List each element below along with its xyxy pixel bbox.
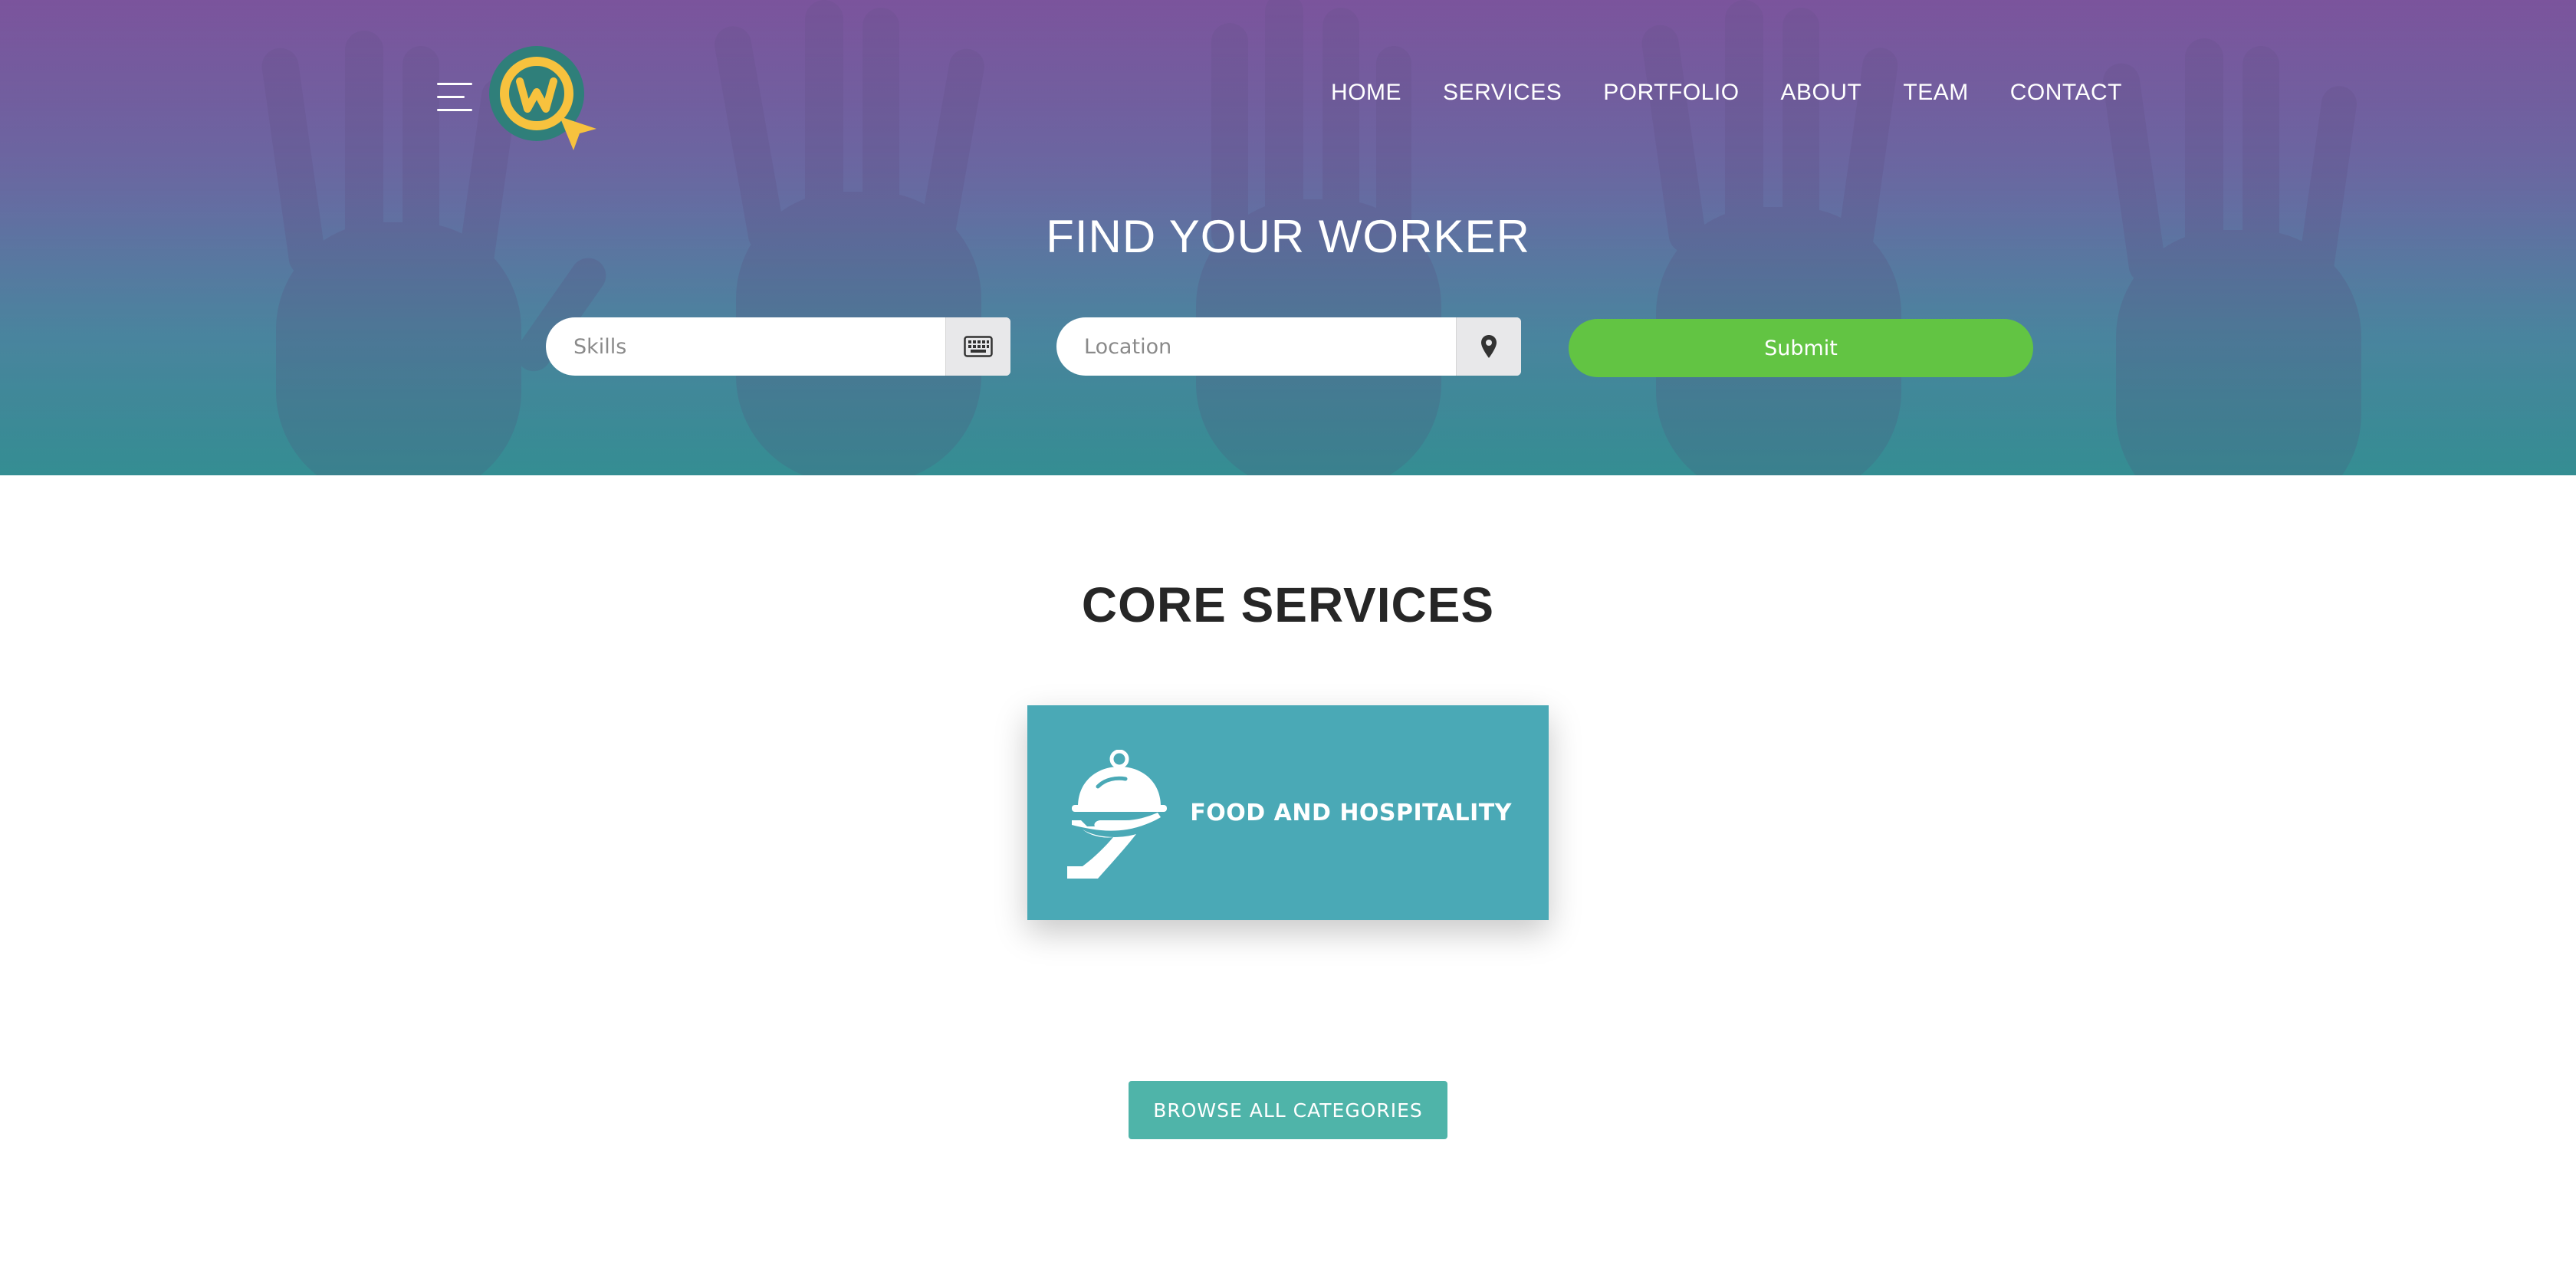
hamburger-menu-icon[interactable]: [437, 83, 472, 112]
nav-about[interactable]: ABOUT: [1781, 80, 1862, 106]
serving-cloche-icon: [1067, 750, 1167, 879]
nav-services[interactable]: SERVICES: [1443, 80, 1562, 106]
skills-field: [546, 317, 1010, 376]
skills-addon: [945, 317, 1010, 376]
nav-home[interactable]: HOME: [1331, 80, 1401, 106]
keyboard-icon: [964, 336, 993, 357]
hero-title: FIND YOUR WORKER: [1046, 211, 1530, 262]
location-field: [1056, 317, 1521, 376]
submit-button[interactable]: Submit: [1569, 319, 2033, 377]
map-pin-icon: [1481, 335, 1497, 358]
nav-team[interactable]: TEAM: [1903, 80, 1968, 106]
browse-all-categories-button[interactable]: BROWSE ALL CATEGORIES: [1129, 1081, 1447, 1139]
core-services-title: CORE SERVICES: [1081, 577, 1495, 632]
location-input[interactable]: [1056, 317, 1456, 376]
nav-portfolio[interactable]: PORTFOLIO: [1603, 80, 1739, 106]
service-card-label: FOOD AND HOSPITALITY: [1190, 799, 1512, 826]
hero-banner: HOME SERVICES PORTFOLIO ABOUT TEAM CONTA…: [0, 0, 2576, 475]
worker-search-logo-icon[interactable]: [485, 38, 600, 153]
location-addon: [1456, 317, 1521, 376]
nav-contact[interactable]: CONTACT: [2010, 80, 2122, 106]
service-card-food-and-hospitality[interactable]: FOOD AND HOSPITALITY: [1027, 705, 1549, 920]
main-navigation: HOME SERVICES PORTFOLIO ABOUT TEAM CONTA…: [1331, 80, 2122, 106]
skills-input[interactable]: [546, 317, 945, 376]
